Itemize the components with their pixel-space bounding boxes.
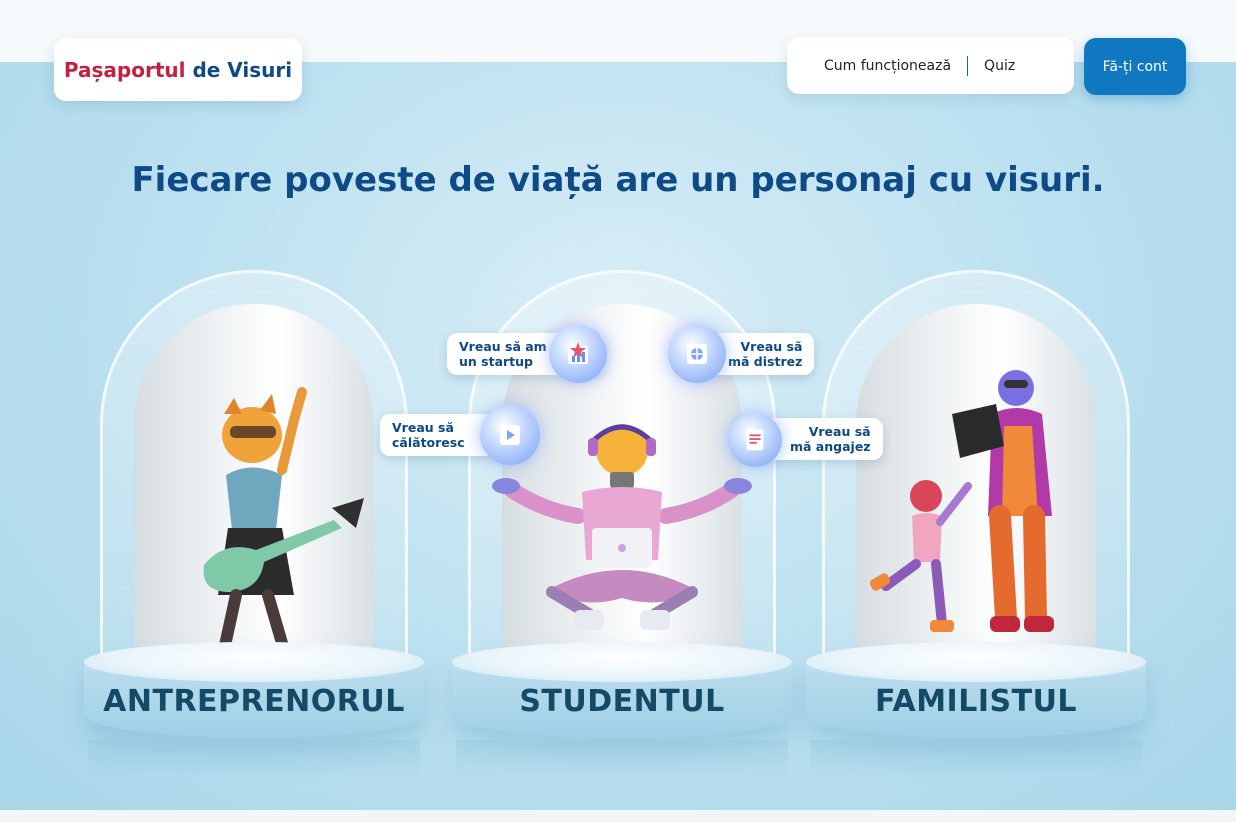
document-icon xyxy=(728,413,782,467)
page-footer-strip xyxy=(0,810,1236,822)
pedestal-top xyxy=(84,642,424,682)
entrepreneur-illustration xyxy=(203,387,364,662)
wish-line: călătoresc xyxy=(392,435,465,450)
wish-line: Vreau să am xyxy=(459,339,547,354)
persona-card-entrepreneur[interactable]: ANTREPRENORUL xyxy=(84,270,424,780)
site-logo[interactable]: Pașaportul de Visuri xyxy=(54,38,302,101)
pedestal-reflection xyxy=(88,740,420,780)
persona-label: FAMILISTUL xyxy=(874,684,1078,719)
wish-line: Vreau să xyxy=(808,424,871,439)
nav-quiz[interactable]: Quiz xyxy=(984,58,1015,74)
globe-icon xyxy=(668,325,726,383)
main-nav: Cum funcționează Quiz xyxy=(787,37,1074,94)
logo-part-red: Pașaportul xyxy=(63,57,186,82)
nav-divider xyxy=(967,55,969,76)
startup-icon xyxy=(549,325,607,383)
travel-icon xyxy=(480,405,540,465)
persona-label: ANTREPRENORUL xyxy=(103,684,405,719)
logo-part-blue: de Visuri xyxy=(192,57,293,82)
hero-headline: Fiecare poveste de viață are un personaj… xyxy=(131,160,1105,200)
persona-label: STUDENTUL xyxy=(519,684,725,719)
wish-line: Vreau să xyxy=(740,339,803,354)
pedestal-top xyxy=(452,642,792,682)
wish-line: mă distrez xyxy=(728,354,803,369)
wish-line: mă angajez xyxy=(790,439,871,454)
family-illustration xyxy=(869,370,1054,632)
persona-card-family[interactable]: FAMILISTUL xyxy=(806,270,1146,780)
nav-how-it-works[interactable]: Cum funcționează xyxy=(824,58,951,74)
pedestal-reflection xyxy=(810,740,1142,780)
wish-line: un startup xyxy=(459,354,533,369)
pedestal-reflection xyxy=(456,740,788,780)
pedestal-top xyxy=(806,642,1146,682)
wish-line: Vreau să xyxy=(392,420,454,435)
create-account-button[interactable]: Fă-ți cont xyxy=(1084,38,1186,95)
